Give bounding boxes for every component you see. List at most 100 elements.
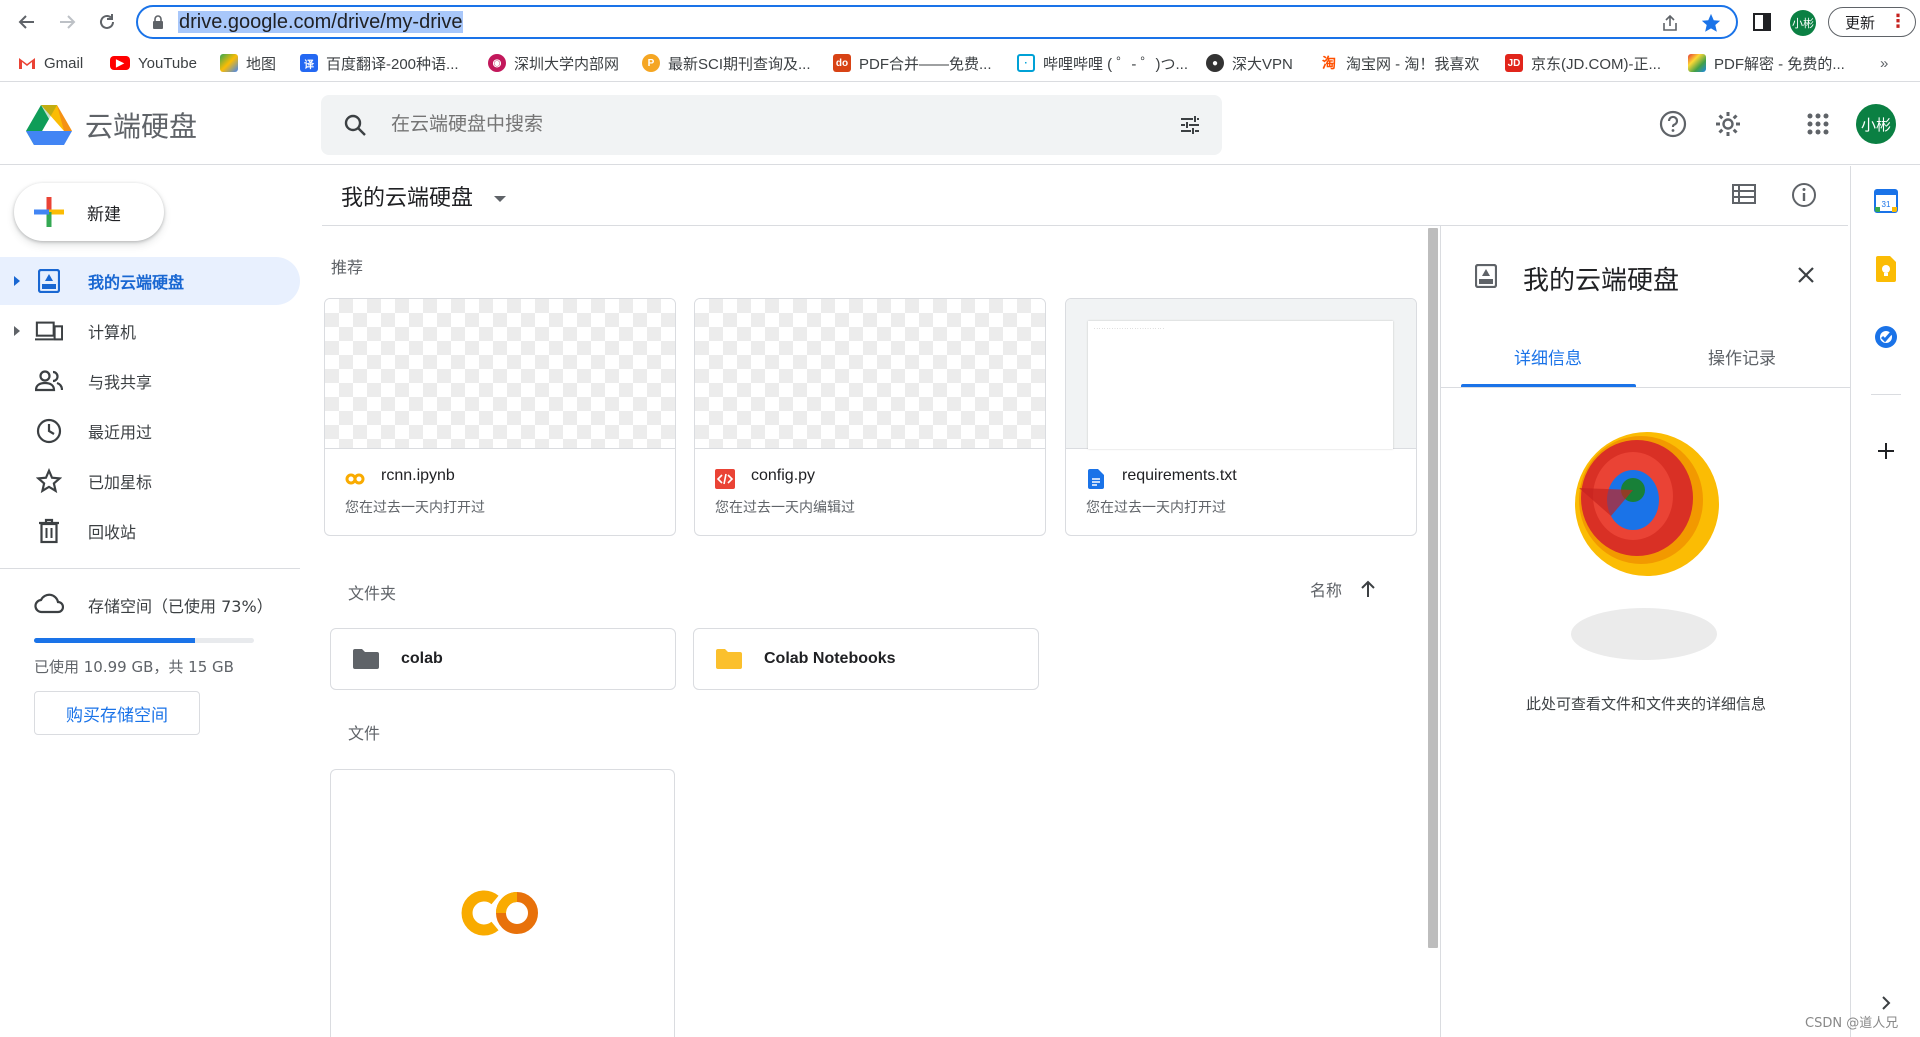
colab-icon	[345, 469, 365, 489]
bookmark-pdf-merge[interactable]: do PDF合并——免费...	[833, 52, 992, 74]
bookmark-szu[interactable]: ◉ 深圳大学内部网	[488, 52, 619, 74]
bookmark-sci[interactable]: P 最新SCI期刊查询及...	[642, 52, 811, 74]
maps-icon	[220, 54, 238, 72]
clock-icon	[35, 417, 63, 445]
document-preview-text: · · · · · · · · · · · · · · · · · · · · …	[1094, 326, 1164, 331]
tasks-icon[interactable]	[1873, 324, 1899, 350]
recommended-card-config[interactable]: config.py 您在过去一天内编辑过	[694, 298, 1046, 536]
bookmark-label: 深大VPN	[1232, 55, 1293, 73]
sidebar-item-starred[interactable]: 已加星标	[0, 457, 300, 505]
search-options-icon[interactable]	[1178, 113, 1202, 137]
drive-logo-icon[interactable]	[26, 103, 72, 145]
plus-multicolor-icon	[34, 197, 64, 227]
baidu-translate-icon: 译	[300, 54, 318, 72]
bookmark-label: 哔哩哔哩 ( ゜- ゜)つ...	[1043, 55, 1188, 73]
rail-divider	[1871, 394, 1901, 395]
pdf-decrypt-icon	[1688, 54, 1706, 72]
help-icon[interactable]	[1658, 109, 1688, 139]
tab-details[interactable]: 详细信息	[1514, 344, 1582, 369]
bookmark-gmail[interactable]: Gmail	[18, 52, 83, 74]
gmail-icon	[18, 54, 36, 72]
recommended-card-requirements[interactable]: · · · · · · · · · · · · · · · · · · · · …	[1065, 298, 1417, 536]
folder-icon	[716, 648, 742, 670]
szu-icon: ◉	[488, 54, 506, 72]
bookmark-maps[interactable]: 地图	[220, 52, 276, 74]
new-button-label: 新建	[87, 205, 121, 225]
pdf-merge-icon: do	[833, 54, 851, 72]
folder-colab[interactable]: colab	[330, 628, 676, 690]
add-addon-plus-icon[interactable]	[1873, 438, 1899, 464]
more-bookmarks-icon[interactable]: »	[1880, 52, 1888, 74]
update-button[interactable]: 更新 ⋮	[1828, 7, 1916, 37]
keep-icon[interactable]	[1873, 256, 1899, 282]
details-title: 我的云端硬盘	[1523, 266, 1680, 296]
file-name: config.py	[751, 467, 816, 484]
search-input[interactable]	[391, 113, 1091, 135]
app-name[interactable]: 云端硬盘	[85, 105, 197, 145]
recommended-card-rcnn[interactable]: rcnn.ipynb 您在过去一天内打开过	[324, 298, 676, 536]
file-card-colab-notebook[interactable]	[330, 769, 675, 1037]
share-icon[interactable]	[1660, 13, 1680, 33]
storage-progress-fill	[34, 638, 195, 643]
page-title[interactable]: 我的云端硬盘	[341, 180, 507, 212]
browser-toolbar: drive.google.com/drive/my-drive 小彬 更新 ⋮	[0, 0, 1920, 44]
bookmark-label: PDF解密 - 免费的...	[1714, 55, 1845, 73]
sidebar-item-my-drive[interactable]: 我的云端硬盘	[0, 257, 300, 305]
bookmark-taobao[interactable]: 淘 淘宝网 - 淘！我喜欢	[1320, 52, 1479, 74]
document-preview: · · · · · · · · · · · · · · · · · · · · …	[1088, 321, 1393, 449]
list-view-icon[interactable]	[1732, 184, 1756, 204]
expand-caret-icon[interactable]	[14, 326, 20, 336]
sidebar-item-label: 与我共享	[88, 373, 153, 392]
forward-icon[interactable]	[54, 9, 80, 35]
browser-profile-avatar[interactable]: 小彬	[1790, 10, 1816, 36]
storage-label[interactable]: 存储空间（已使用 73%）	[88, 593, 273, 617]
folder-colab-notebooks[interactable]: Colab Notebooks	[693, 628, 1039, 690]
storage-progress-bar	[34, 638, 254, 643]
close-icon[interactable]	[1797, 266, 1815, 284]
bookmark-vpn[interactable]: ● 深大VPN	[1206, 52, 1293, 74]
update-label: 更新	[1845, 13, 1876, 32]
bookmark-label: 深圳大学内部网	[514, 55, 620, 73]
settings-gear-icon[interactable]	[1713, 109, 1743, 139]
bookmark-baidu-translate[interactable]: 译 百度翻译-200种语...	[300, 52, 459, 74]
bookmark-jd[interactable]: JD 京东(JD.COM)-正...	[1505, 52, 1661, 74]
side-panel-icon[interactable]	[1752, 12, 1772, 32]
file-name: rcnn.ipynb	[381, 467, 455, 484]
address-bar[interactable]: drive.google.com/drive/my-drive	[136, 5, 1738, 39]
page-title-label: 我的云端硬盘	[341, 186, 474, 211]
apps-grid-icon[interactable]	[1803, 109, 1833, 139]
details-panel: 我的云端硬盘 详细信息 操作记录 此处可查看文件和文件夹的详细信息	[1440, 226, 1851, 1037]
sidebar-item-label: 回收站	[88, 523, 137, 542]
sidebar-item-computers[interactable]: 计算机	[0, 307, 300, 355]
back-icon[interactable]	[14, 9, 40, 35]
bookmark-star-icon[interactable]	[1700, 12, 1722, 34]
sidebar-item-trash[interactable]: 回收站	[0, 507, 300, 555]
bookmark-label: 最新SCI期刊查询及...	[668, 55, 811, 73]
file-activity: 您在过去一天内打开过	[345, 500, 485, 516]
expand-caret-icon[interactable]	[14, 276, 20, 286]
calendar-icon[interactable]: 31	[1873, 188, 1899, 214]
url-text[interactable]: drive.google.com/drive/my-drive	[178, 11, 464, 33]
bookmarks-bar: Gmail ▶ YouTube 地图 译 百度翻译-200种语... ◉ 深圳大…	[0, 44, 1920, 82]
account-avatar[interactable]: 小彬	[1856, 104, 1896, 144]
search-box[interactable]	[321, 95, 1222, 155]
bookmark-pdf-decrypt[interactable]: PDF解密 - 免费的...	[1688, 52, 1845, 74]
search-icon[interactable]	[343, 113, 367, 137]
sidebar-item-label: 我的云端硬盘	[88, 273, 185, 292]
main-scrollbar[interactable]	[1428, 228, 1438, 948]
info-icon[interactable]	[1791, 182, 1817, 208]
file-thumbnail: · · · · · · · · · · · · · · · · · · · · …	[1066, 299, 1416, 449]
bookmark-youtube[interactable]: ▶ YouTube	[110, 52, 197, 74]
storage-usage-text: 已使用 10.99 GB，共 15 GB	[34, 658, 234, 676]
sort-control[interactable]: 名称	[1310, 577, 1376, 601]
bookmark-bilibili[interactable]: · 哔哩哔哩 ( ゜- ゜)つ...	[1017, 52, 1188, 74]
folder-name: colab	[401, 650, 443, 667]
bilibili-icon: ·	[1017, 54, 1035, 72]
sci-icon: P	[642, 54, 660, 72]
reload-icon[interactable]	[94, 9, 120, 35]
new-button[interactable]: 新建	[14, 183, 164, 241]
buy-storage-button[interactable]: 购买存储空间	[34, 691, 200, 735]
sidebar-item-shared-with-me[interactable]: 与我共享	[0, 357, 300, 405]
tab-activity[interactable]: 操作记录	[1708, 344, 1776, 369]
sidebar-item-recent[interactable]: 最近用过	[0, 407, 300, 455]
